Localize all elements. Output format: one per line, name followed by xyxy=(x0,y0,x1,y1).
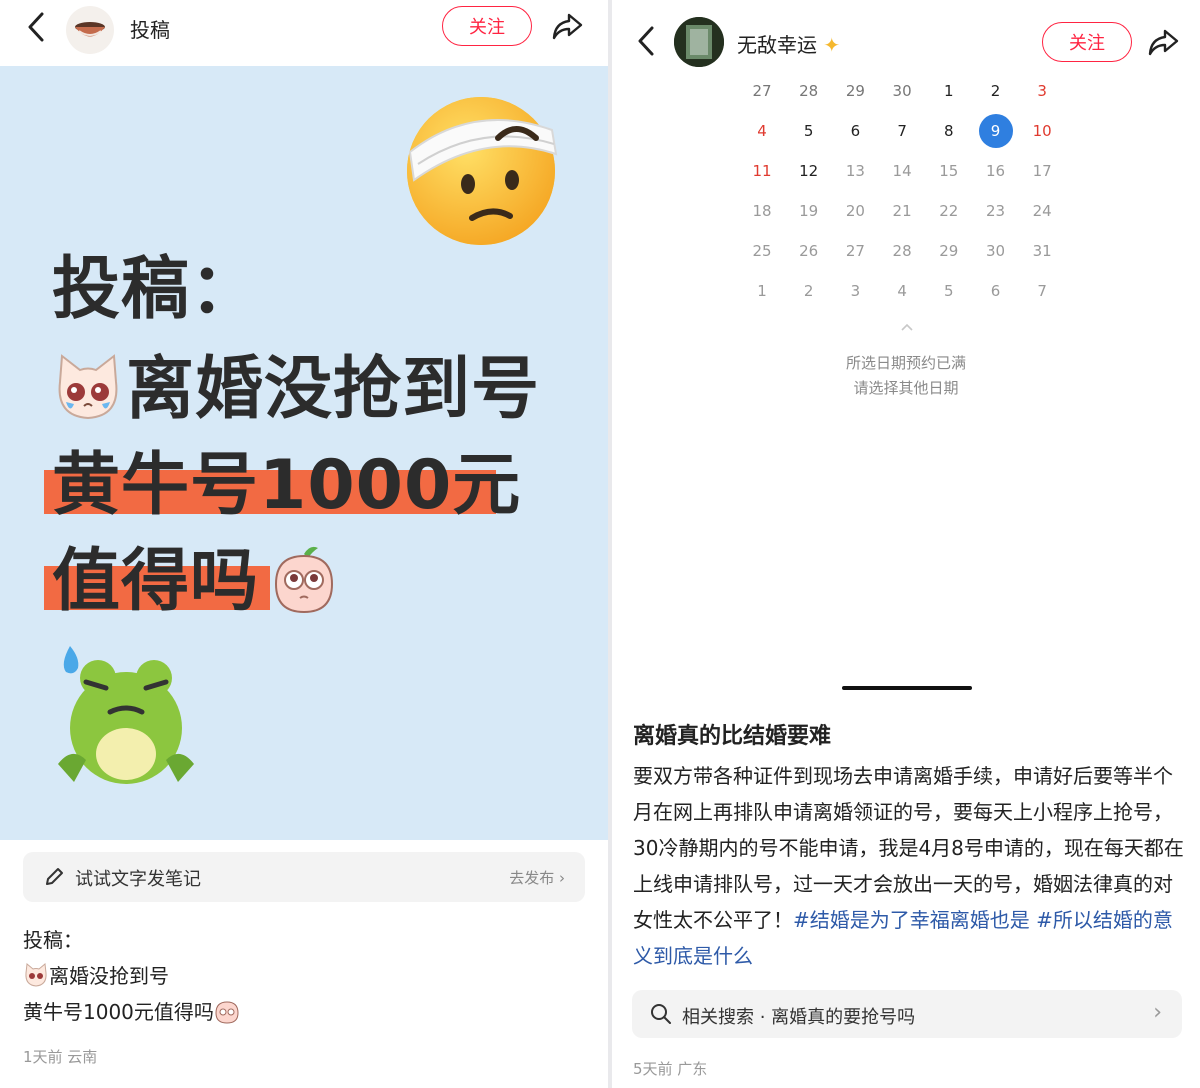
post-cover-image[interactable]: 投稿： 离婚没抢到号 黄牛号1000元 值得吗 xyxy=(0,66,608,840)
right-top-bar: 无敌幸运 ✦ 关注 xyxy=(612,0,1200,80)
share-icon[interactable] xyxy=(1146,25,1180,59)
calendar-day[interactable]: 12 xyxy=(786,156,832,186)
calendar-day[interactable]: 5 xyxy=(786,116,832,146)
calendar-day[interactable]: 20 xyxy=(832,196,878,226)
description-line-1: 投稿： xyxy=(23,928,83,952)
back-arrow-icon[interactable] xyxy=(22,10,50,44)
bowl-icon xyxy=(75,22,105,37)
calendar-day[interactable]: 6 xyxy=(832,116,878,146)
description-line-2: 离婚没抢到号 xyxy=(23,960,169,989)
chevron-right-icon: › xyxy=(559,869,565,887)
avatar-photo-icon xyxy=(674,17,724,67)
calendar-day[interactable]: 2 xyxy=(786,276,832,306)
peach-face-emoji-icon xyxy=(274,546,334,614)
star-icon: ✦ xyxy=(823,33,841,57)
post-body: 要双方带各种证件到现场去申请离婚手续，申请好后要等半个月在网上再排队申请离婚领证… xyxy=(633,758,1188,974)
calendar-day[interactable]: 23 xyxy=(973,196,1019,226)
calendar-day[interactable]: 6 xyxy=(973,276,1019,306)
calendar-day[interactable]: 13 xyxy=(832,156,878,186)
calendar-day[interactable]: 7 xyxy=(1019,276,1065,306)
calendar-day[interactable]: 17 xyxy=(1019,156,1065,186)
calendar-day[interactable]: 1 xyxy=(926,76,972,106)
image-carousel-indicator xyxy=(842,686,972,690)
calendar-day[interactable]: 7 xyxy=(879,116,925,146)
author-name[interactable]: 投稿 xyxy=(130,14,170,43)
calendar-day[interactable]: 26 xyxy=(786,236,832,266)
description-line-3-text: 黄牛号1000元值得吗 xyxy=(23,1000,214,1024)
calendar-day[interactable]: 9 xyxy=(973,116,1019,146)
description-line-3: 黄牛号1000元值得吗 xyxy=(23,996,240,1025)
calendar-day[interactable]: 1 xyxy=(739,276,785,306)
calendar-day[interactable]: 15 xyxy=(926,156,972,186)
chevron-up-icon[interactable] xyxy=(900,322,914,332)
calendar-day[interactable]: 24 xyxy=(1019,196,1065,226)
related-search-bar[interactable]: 相关搜索 · 离婚真的要抢号吗 › xyxy=(632,990,1182,1038)
right-post-panel: 无敌幸运 ✦ 关注 27 28 29 30 1 2 3 4 5 6 7 8 9 10 11 12 13 14 15 1… xyxy=(612,0,1200,1088)
search-icon xyxy=(651,1004,671,1024)
notice-choose-other: 请选择其他日期 xyxy=(853,379,959,397)
calendar-day[interactable]: 4 xyxy=(879,276,925,306)
calendar-day[interactable]: 3 xyxy=(1019,76,1065,106)
calendar-day[interactable]: 29 xyxy=(926,236,972,266)
calendar-day[interactable]: 27 xyxy=(739,76,785,106)
cover-line-3: 黄牛号1000元 xyxy=(52,446,522,525)
left-top-bar: 投稿 关注 xyxy=(0,0,608,66)
calendar-day[interactable]: 5 xyxy=(926,276,972,306)
left-post-panel: 投稿 关注 投稿： 离婚没抢到号 黄牛号1000元 值得吗 试试文字发笔记 去发… xyxy=(0,0,608,1088)
post-body-text: 要双方带各种证件到现场去申请离婚手续，申请好后要等半个月在网上再排队申请离婚领证… xyxy=(633,764,1184,932)
calendar-day[interactable]: 8 xyxy=(926,116,972,146)
calendar-day[interactable]: 22 xyxy=(926,196,972,226)
author-name-text: 无敌幸运 xyxy=(737,33,817,57)
calendar-day[interactable]: 31 xyxy=(1019,236,1065,266)
related-search-label: 相关搜索 · 离婚真的要抢号吗 xyxy=(682,1007,916,1028)
cover-line-1: 投稿： xyxy=(52,250,260,329)
calendar-day[interactable]: 16 xyxy=(973,156,1019,186)
calendar-day[interactable]: 28 xyxy=(786,76,832,106)
try-text-note-bar[interactable]: 试试文字发笔记 去发布 › xyxy=(23,852,585,902)
calendar-day[interactable]: 14 xyxy=(879,156,925,186)
follow-button[interactable]: 关注 xyxy=(1042,22,1132,62)
calendar-day[interactable]: 29 xyxy=(832,76,878,106)
description-line-2-text: 离婚没抢到号 xyxy=(49,964,169,988)
try-bar-label: 试试文字发笔记 xyxy=(75,869,201,890)
back-arrow-icon[interactable] xyxy=(632,24,660,58)
calendar-day[interactable]: 2 xyxy=(973,76,1019,106)
chevron-right-icon: › xyxy=(1153,1000,1162,1025)
crying-cat-emoji-icon xyxy=(58,354,118,420)
bandaged-face-emoji-icon xyxy=(407,97,558,245)
calendar-day[interactable]: 25 xyxy=(739,236,785,266)
calendar-day[interactable]: 4 xyxy=(739,116,785,146)
share-icon[interactable] xyxy=(550,9,584,43)
calendar-day[interactable]: 30 xyxy=(879,76,925,106)
go-publish-label: 去发布 xyxy=(509,869,555,887)
author-name[interactable]: 无敌幸运 ✦ xyxy=(737,29,840,58)
author-avatar[interactable] xyxy=(66,6,114,54)
post-title: 离婚真的比结婚要难 xyxy=(633,724,832,749)
calendar-day[interactable]: 3 xyxy=(832,276,878,306)
calendar-day[interactable]: 19 xyxy=(786,196,832,226)
crying-cat-small-icon xyxy=(25,963,47,987)
calendar-day[interactable]: 27 xyxy=(832,236,878,266)
follow-button[interactable]: 关注 xyxy=(442,6,532,46)
calendar-day[interactable]: 11 xyxy=(739,156,785,186)
post-meta: 1天前 云南 xyxy=(23,1048,98,1066)
cover-line-2: 离婚没抢到号 xyxy=(126,350,541,429)
author-avatar[interactable] xyxy=(674,17,724,67)
calendar-day[interactable]: 21 xyxy=(879,196,925,226)
calendar-day[interactable]: 28 xyxy=(879,236,925,266)
hashtag-link[interactable]: #结婚是为了幸福离婚也是 xyxy=(793,908,1030,932)
cover-line-4: 值得吗 xyxy=(52,542,260,621)
calendar-day[interactable]: 10 xyxy=(1019,116,1065,146)
notice-full: 所选日期预约已满 xyxy=(845,354,966,372)
go-publish-link[interactable]: 去发布 › xyxy=(509,867,565,888)
calendar-day[interactable]: 30 xyxy=(973,236,1019,266)
sweating-frog-emoji-icon xyxy=(58,646,194,784)
post-meta: 5天前 广东 xyxy=(633,1060,708,1078)
peach-face-small-icon xyxy=(215,1001,239,1024)
pencil-icon xyxy=(46,868,63,885)
calendar-day[interactable]: 18 xyxy=(739,196,785,226)
